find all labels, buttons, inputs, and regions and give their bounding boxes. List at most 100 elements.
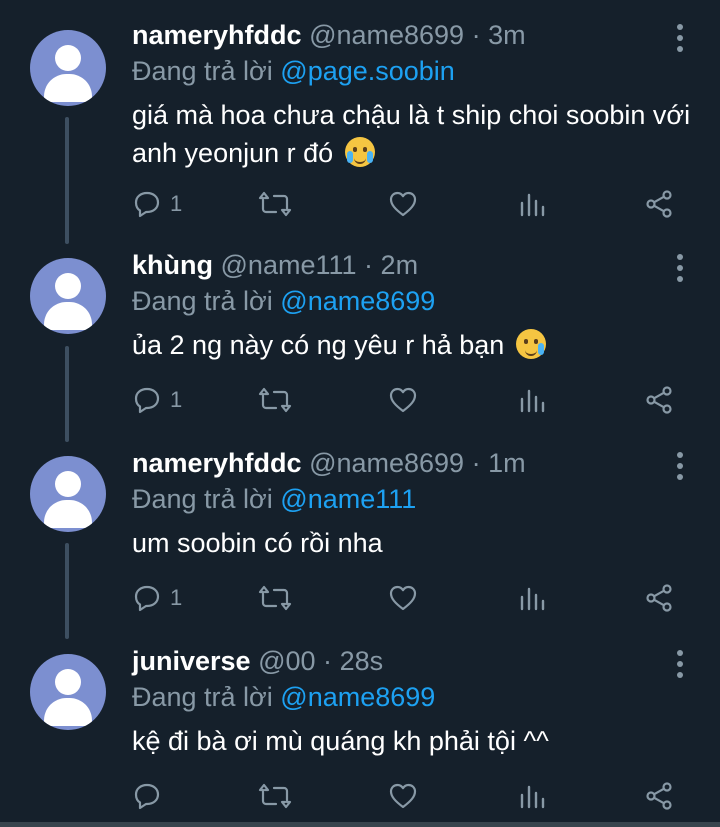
like-button[interactable] [388, 776, 418, 816]
like-icon [389, 387, 417, 413]
tweet-header: nameryhfddc @name8699 · 1m [132, 446, 526, 480]
more-icon[interactable] [672, 650, 688, 680]
tweet-text-content: kệ đi bà ơi mù quáng kh phải tội ^^ [132, 726, 549, 756]
share-button[interactable] [644, 380, 674, 420]
timestamp[interactable]: 2m [381, 250, 419, 280]
like-icon [389, 191, 417, 217]
mention-link[interactable]: @name111 [280, 484, 416, 514]
reply-count: 1 [170, 191, 183, 216]
retweet-button[interactable] [258, 184, 292, 224]
like-icon [389, 585, 417, 611]
retweet-icon [258, 191, 292, 217]
avatar[interactable] [30, 258, 106, 334]
replying-to-label: Đang trả lời [132, 484, 273, 514]
reply-count: 1 [170, 387, 183, 412]
separator: · [471, 448, 481, 478]
analytics-icon [520, 587, 545, 611]
action-bar: 1 [0, 380, 720, 420]
user-handle[interactable]: @name111 [221, 250, 357, 280]
timestamp[interactable]: 28s [340, 646, 384, 676]
more-icon[interactable] [672, 254, 688, 284]
retweet-button[interactable] [258, 380, 292, 420]
tweet-text: kệ đi bà ơi mù quáng kh phải tội ^^ [132, 722, 692, 760]
action-bar: 1 [0, 578, 720, 618]
like-button[interactable] [388, 184, 418, 224]
tweet-text-content: giá mà hoa chưa chậu là t ship choi soob… [132, 100, 691, 168]
reply-count: 1 [170, 585, 183, 610]
replying-to: Đang trả lời @name111 [132, 482, 416, 516]
analytics-button[interactable] [518, 184, 546, 224]
analytics-button[interactable] [518, 776, 546, 816]
separator: · [364, 250, 374, 280]
share-icon [646, 190, 672, 218]
reply-button[interactable]: 1 [132, 380, 182, 420]
mention-link[interactable]: @name8699 [280, 286, 435, 316]
tweet-header: nameryhfddc @name8699 · 3m [132, 18, 526, 52]
mention-link[interactable]: @name8699 [280, 682, 435, 712]
retweet-icon [258, 783, 292, 809]
like-button[interactable] [388, 380, 418, 420]
replying-to: Đang trả lời @page.soobin [132, 54, 455, 88]
reply-button[interactable] [132, 776, 170, 816]
reply-icon [134, 585, 160, 612]
share-button[interactable] [644, 776, 674, 816]
analytics-icon [520, 785, 545, 809]
more-icon[interactable] [672, 452, 688, 482]
reply-thread: nameryhfddc @name8699 · 3m Đang trả lời … [0, 0, 720, 827]
share-button[interactable] [644, 578, 674, 618]
more-icon[interactable] [672, 24, 688, 54]
divider [0, 822, 720, 827]
tweet[interactable]: nameryhfddc @name8699 · 1m Đang trả lời … [0, 446, 720, 636]
user-handle[interactable]: @name8699 [309, 20, 464, 50]
tweet-text-content: ủa 2 ng này có ng yêu r hả bạn [132, 330, 505, 360]
retweet-button[interactable] [258, 578, 292, 618]
retweet-icon [258, 387, 292, 413]
user-handle[interactable]: @00 [258, 646, 315, 676]
loudly-crying-face-icon [344, 137, 375, 167]
replying-to-label: Đang trả lời [132, 56, 273, 86]
action-bar: 1 [0, 184, 720, 224]
display-name[interactable]: nameryhfddc [132, 20, 302, 50]
tweet-text: giá mà hoa chưa chậu là t ship choi soob… [132, 96, 692, 172]
share-icon [646, 386, 672, 414]
like-button[interactable] [388, 578, 418, 618]
tweet-text-content: um soobin có rồi nha [132, 528, 383, 558]
share-icon [646, 782, 672, 810]
analytics-button[interactable] [518, 380, 546, 420]
retweet-button[interactable] [258, 776, 292, 816]
action-bar [0, 776, 720, 816]
avatar[interactable] [30, 456, 106, 532]
reply-button[interactable]: 1 [132, 184, 182, 224]
tweet-text: ủa 2 ng này có ng yêu r hả bạn [132, 326, 692, 364]
mention-link[interactable]: @page.soobin [280, 56, 455, 86]
user-handle[interactable]: @name8699 [309, 448, 464, 478]
timestamp[interactable]: 3m [488, 20, 526, 50]
like-icon [389, 783, 417, 809]
display-name[interactable]: juniverse [132, 646, 251, 676]
timestamp[interactable]: 1m [488, 448, 526, 478]
analytics-icon [520, 389, 545, 413]
smiling-face-with-tear-icon [515, 329, 546, 359]
share-button[interactable] [644, 184, 674, 224]
tweet-header: khùng @name111 · 2m [132, 248, 418, 282]
separator: · [471, 20, 481, 50]
reply-button[interactable]: 1 [132, 578, 182, 618]
display-name[interactable]: nameryhfddc [132, 448, 302, 478]
reply-icon [134, 387, 160, 414]
tweet-text: um soobin có rồi nha [132, 524, 692, 562]
reply-icon [134, 191, 160, 218]
avatar[interactable] [30, 30, 106, 106]
replying-to: Đang trả lời @name8699 [132, 284, 435, 318]
tweet[interactable]: juniverse @00 · 28s Đang trả lời @name86… [0, 644, 720, 820]
share-icon [646, 584, 672, 612]
analytics-icon [520, 193, 545, 217]
tweet-header: juniverse @00 · 28s [132, 644, 383, 678]
separator: · [323, 646, 333, 676]
avatar[interactable] [30, 654, 106, 730]
reply-icon [134, 783, 160, 810]
tweet[interactable]: khùng @name111 · 2m Đang trả lời @name86… [0, 248, 720, 438]
display-name[interactable]: khùng [132, 250, 213, 280]
replying-to-label: Đang trả lời [132, 682, 273, 712]
analytics-button[interactable] [518, 578, 546, 618]
tweet[interactable]: nameryhfddc @name8699 · 3m Đang trả lời … [0, 18, 720, 238]
